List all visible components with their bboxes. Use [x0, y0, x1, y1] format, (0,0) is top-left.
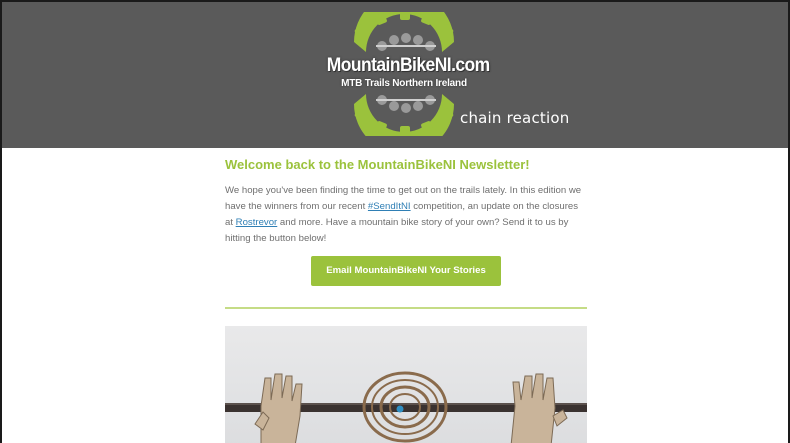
hero-image[interactable] — [225, 326, 587, 443]
section-divider — [225, 307, 587, 309]
rostrevor-link[interactable]: Rostrevor — [236, 217, 278, 228]
newsletter-headline: Welcome back to the MountainBikeNI Newsl… — [225, 157, 530, 172]
email-stories-button[interactable]: Email MountainBikeNI Your Stories — [311, 256, 501, 286]
intro-text-3: and more. Have a mountain bike story of … — [225, 217, 569, 244]
left-wooden-hand-icon — [254, 373, 303, 443]
wooden-handlebar-sculpture-photo — [225, 371, 587, 443]
email-frame: MountainBikeNI.com MTB Trails Northern I… — [0, 0, 790, 443]
senditni-link[interactable]: #SendItNI — [368, 201, 411, 212]
newsletter-header: MountainBikeNI.com MTB Trails Northern I… — [2, 2, 788, 148]
logo-subtitle: MTB Trails Northern Ireland — [341, 78, 467, 89]
chain-reaction-tagline: chain reaction — [460, 109, 570, 127]
intro-paragraph: We hope you've been finding the time to … — [225, 183, 587, 247]
logo-title: MountainBikeNI.com — [326, 55, 490, 76]
